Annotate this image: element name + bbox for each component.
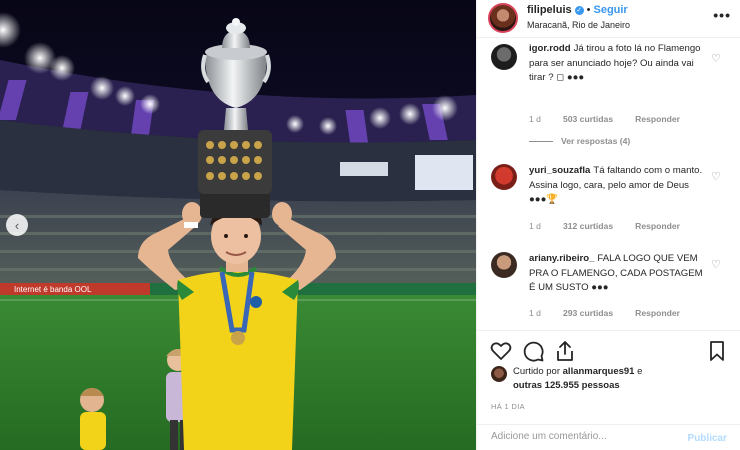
add-comment-bar: Publicar bbox=[477, 424, 740, 450]
likes-suffix: e bbox=[634, 366, 643, 377]
liker-avatar[interactable] bbox=[491, 366, 507, 382]
comment-likes[interactable]: 293 curtidas bbox=[563, 308, 613, 318]
post-header: filipeluis ✓ • Seguir Maracanã, Rio de Jane… bbox=[477, 0, 740, 38]
comment-body: yuri_souzafla Tá faltando com o manto. As… bbox=[529, 164, 709, 208]
comment-body: igor.rodd Já tirou a foto lá no Flamengo … bbox=[529, 42, 709, 86]
chevron-left-icon: ‹ bbox=[14, 217, 20, 233]
comment-username[interactable]: ariany.ribeiro_ bbox=[529, 253, 594, 264]
comment-meta: 1 d 293 curtidas Responder bbox=[529, 308, 702, 318]
likes-prefix: Curtido por bbox=[513, 366, 563, 377]
bookmark-icon[interactable] bbox=[705, 339, 729, 363]
comment-username[interactable]: igor.rodd bbox=[529, 43, 571, 54]
share-icon[interactable] bbox=[553, 339, 577, 363]
comment-time: 1 d bbox=[529, 221, 541, 231]
comment-time: 1 d bbox=[529, 114, 541, 124]
instagram-post: Internet é banda OOL ‹ filipeluis ✓ • Se… bbox=[0, 0, 740, 450]
follow-button[interactable]: Seguir bbox=[593, 4, 627, 16]
liker-username[interactable]: allanmarques91 bbox=[563, 366, 635, 377]
comment-like-heart-icon[interactable]: ♡ bbox=[711, 52, 721, 65]
comment-icon[interactable] bbox=[521, 339, 545, 363]
ad-board-text: Internet é banda OOL bbox=[14, 285, 92, 294]
post-timestamp[interactable]: HÁ 1 DIA bbox=[491, 402, 525, 411]
post-side-panel: filipeluis ✓ • Seguir Maracanã, Rio de Jane… bbox=[476, 0, 740, 450]
comment-like-heart-icon[interactable]: ♡ bbox=[711, 170, 721, 183]
comment-like-heart-icon[interactable]: ♡ bbox=[711, 258, 721, 271]
reply-button[interactable]: Responder bbox=[635, 114, 680, 124]
heart-icon[interactable] bbox=[489, 339, 513, 363]
separator-dot: • bbox=[586, 4, 591, 16]
likes-text: Curtido por allanmarques91 e outras 125.… bbox=[513, 365, 713, 392]
comment-username[interactable]: yuri_souzafla bbox=[529, 165, 590, 176]
reply-button[interactable]: Responder bbox=[635, 221, 680, 231]
author-avatar[interactable] bbox=[488, 3, 518, 33]
comments-list: igor.rodd Já tirou a foto lá no Flamengo … bbox=[477, 38, 740, 330]
view-replies-label: Ver respostas (4) bbox=[561, 136, 631, 146]
commenter-avatar[interactable] bbox=[491, 44, 517, 70]
comment-likes[interactable]: 503 curtidas bbox=[563, 114, 613, 124]
child-left bbox=[80, 388, 106, 450]
post-photo[interactable]: Internet é banda OOL ‹ bbox=[0, 0, 476, 450]
replies-divider bbox=[529, 141, 553, 143]
stadium-photo: Internet é banda OOL bbox=[0, 0, 476, 450]
author-username[interactable]: filipeluis bbox=[527, 4, 572, 16]
comment-input[interactable] bbox=[491, 431, 671, 442]
commenter-avatar[interactable] bbox=[491, 252, 517, 278]
post-location[interactable]: Maracanã, Rio de Janeiro bbox=[527, 20, 630, 30]
more-horizontal-icon[interactable]: ••• bbox=[713, 7, 731, 23]
verified-badge-icon: ✓ bbox=[574, 6, 584, 15]
comment-meta: 1 d 312 curtidas Responder bbox=[529, 221, 702, 231]
reply-button[interactable]: Responder bbox=[635, 308, 680, 318]
author-line: filipeluis ✓ • Seguir bbox=[527, 4, 628, 16]
likes-summary: Curtido por allanmarques91 e outras 125.… bbox=[477, 364, 740, 400]
previous-photo-button[interactable]: ‹ bbox=[6, 214, 28, 236]
publish-button[interactable]: Publicar bbox=[688, 433, 727, 444]
comment-meta: 1 d 503 curtidas Responder bbox=[529, 114, 702, 124]
view-replies-button[interactable]: Ver respostas (4) bbox=[529, 136, 630, 146]
comment-likes[interactable]: 312 curtidas bbox=[563, 221, 613, 231]
comment-time: 1 d bbox=[529, 308, 541, 318]
comment-body: ariany.ribeiro_ FALA LOGO QUE VEM PRA O F… bbox=[529, 252, 709, 296]
commenter-avatar[interactable] bbox=[491, 164, 517, 190]
likes-others[interactable]: outras 125.955 pessoas bbox=[513, 380, 620, 391]
